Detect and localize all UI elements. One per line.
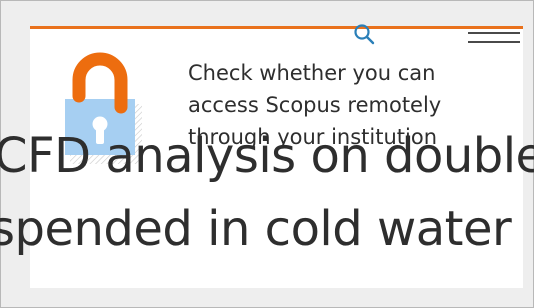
article-title-line-2: spended in cold water [0,201,512,257]
search-icon[interactable] [351,23,377,45]
promo-line-1: Check whether you can [188,61,436,85]
promo-line-2: access Scopus remotely [188,93,442,117]
hamburger-menu-icon[interactable] [466,30,522,46]
header-accent-bar [30,26,523,29]
article-title-line-1: CFD analysis on double [0,128,534,184]
